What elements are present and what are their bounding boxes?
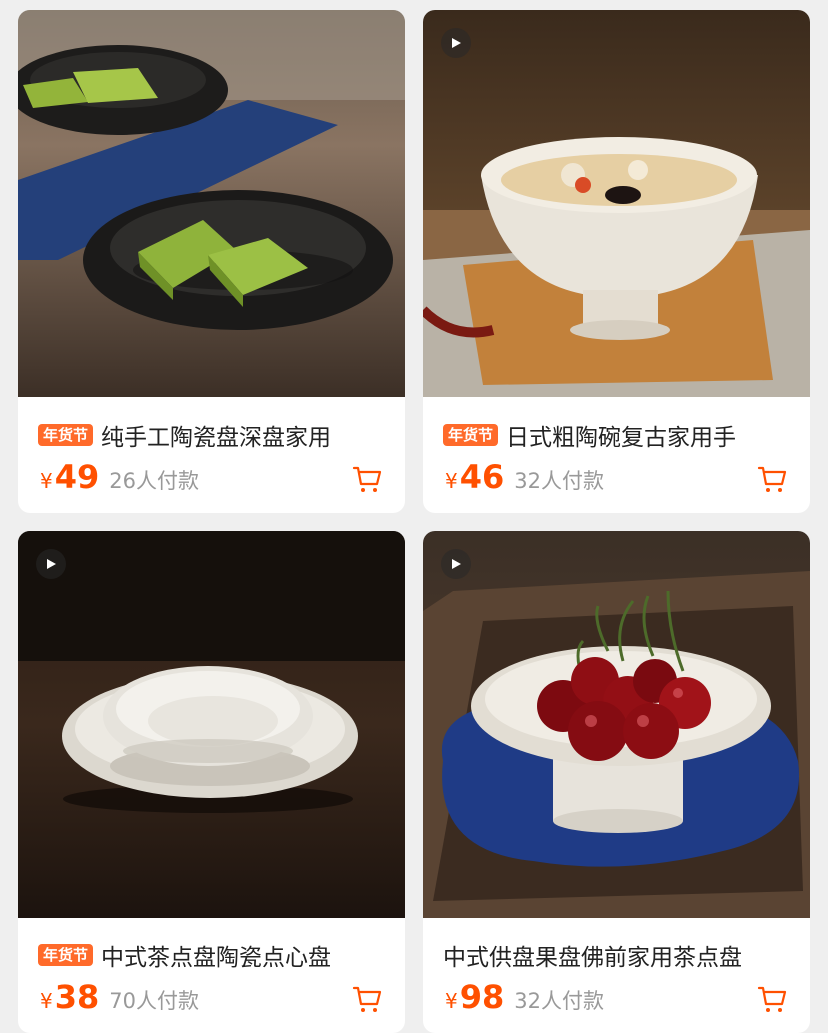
product-title[interactable]: 日式粗陶碗复古家用手 [506, 418, 736, 452]
add-to-cart-button[interactable] [756, 983, 788, 1015]
product-image[interactable] [423, 531, 810, 918]
product-card[interactable]: 中式供盘果盘佛前家用茶点盘 ¥ 98 32人付款 [423, 531, 810, 1033]
video-play-button[interactable] [441, 549, 471, 579]
video-play-button[interactable] [441, 28, 471, 58]
price-row: ¥ 38 70人付款 [40, 978, 199, 1022]
price-row: ¥ 49 26人付款 [40, 458, 199, 502]
product-price: 38 [54, 978, 100, 1016]
product-price: 98 [459, 978, 505, 1016]
add-to-cart-button[interactable] [756, 463, 788, 495]
product-title[interactable]: 中式茶点盘陶瓷点心盘 [101, 938, 331, 972]
product-price: 46 [459, 458, 505, 496]
product-card[interactable]: 年货节 纯手工陶瓷盘深盘家用 ¥ 49 26人付款 [18, 10, 405, 513]
sales-count: 32人付款 [514, 469, 604, 493]
product-image[interactable] [18, 10, 405, 397]
product-title[interactable]: 中式供盘果盘佛前家用茶点盘 [443, 938, 742, 972]
product-title-row: 年货节 日式粗陶碗复古家用手 [443, 415, 802, 455]
currency-symbol: ¥ [445, 469, 458, 493]
currency-symbol: ¥ [445, 989, 458, 1013]
sales-count: 32人付款 [514, 989, 604, 1013]
shopping-cart-icon [757, 986, 787, 1012]
shopping-cart-icon [352, 986, 382, 1012]
play-icon [452, 559, 461, 569]
currency-symbol: ¥ [40, 989, 53, 1013]
product-title-row: 中式供盘果盘佛前家用茶点盘 [443, 935, 802, 975]
add-to-cart-button[interactable] [351, 983, 383, 1015]
shopping-cart-icon [757, 466, 787, 492]
sales-count: 26人付款 [109, 469, 199, 493]
play-icon [452, 38, 461, 48]
add-to-cart-button[interactable] [351, 463, 383, 495]
product-image[interactable] [18, 531, 405, 918]
price-row: ¥ 46 32人付款 [445, 458, 604, 502]
product-image[interactable] [423, 10, 810, 397]
currency-symbol: ¥ [40, 469, 53, 493]
promo-badge: 年货节 [443, 424, 499, 446]
shopping-cart-icon [352, 466, 382, 492]
promo-badge: 年货节 [38, 424, 94, 446]
sales-count: 70人付款 [109, 989, 199, 1013]
video-play-button[interactable] [36, 549, 66, 579]
product-card[interactable]: 年货节 日式粗陶碗复古家用手 ¥ 46 32人付款 [423, 10, 810, 513]
product-title-row: 年货节 纯手工陶瓷盘深盘家用 [38, 415, 397, 455]
product-card[interactable]: 年货节 中式茶点盘陶瓷点心盘 ¥ 38 70人付款 [18, 531, 405, 1033]
play-icon [47, 559, 56, 569]
product-title-row: 年货节 中式茶点盘陶瓷点心盘 [38, 935, 397, 975]
price-row: ¥ 98 32人付款 [445, 978, 604, 1022]
product-price: 49 [54, 458, 100, 496]
promo-badge: 年货节 [38, 944, 94, 966]
product-title[interactable]: 纯手工陶瓷盘深盘家用 [101, 418, 331, 452]
